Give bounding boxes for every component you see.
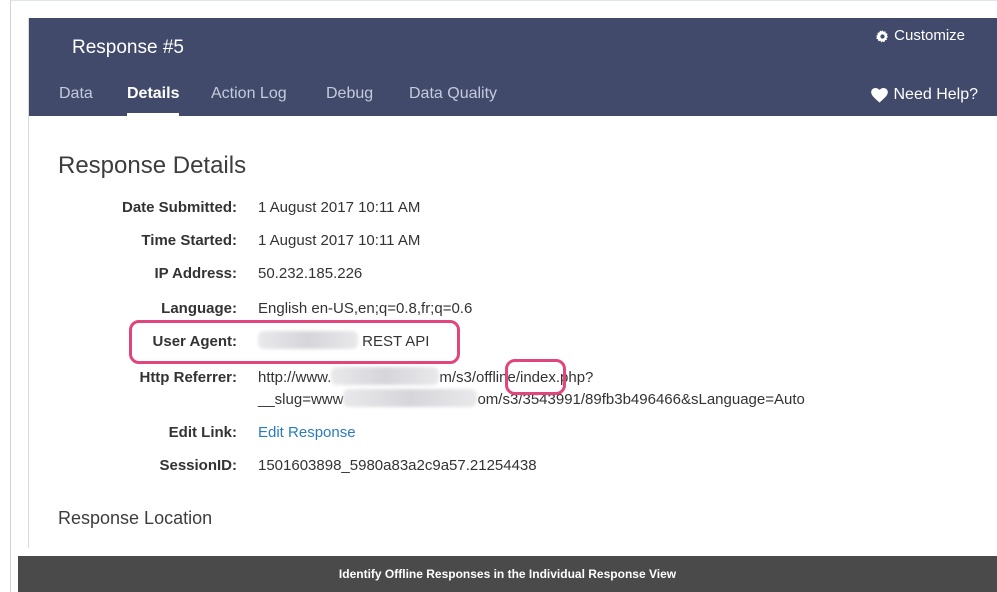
- http-referrer-label: Http Referrer:: [139, 369, 237, 386]
- edit-link-label: Edit Link:: [168, 424, 237, 441]
- detail-row-edit-link: Edit Link: Edit Response: [29, 422, 929, 446]
- tab-details[interactable]: Details: [127, 80, 180, 116]
- detail-row-time-started: Time Started: 1 August 2017 10:11 AM: [29, 230, 929, 254]
- user-agent-highlight: [129, 320, 460, 364]
- date-submitted-label: Date Submitted:: [121, 199, 237, 216]
- response-location-title: Response Location: [58, 508, 213, 528]
- tab-data-quality[interactable]: Data Quality: [409, 80, 497, 116]
- response-header: Response #5 Customize Data Details Actio…: [29, 18, 997, 116]
- language-label: Language:: [161, 300, 237, 317]
- session-id-label: SessionID:: [159, 457, 237, 474]
- need-help-button[interactable]: Need Help?: [870, 84, 979, 106]
- detail-row-date-submitted: Date Submitted: 1 August 2017 10:11 AM: [29, 197, 929, 221]
- tab-debug[interactable]: Debug: [326, 80, 373, 116]
- response-panel: Response #5 Customize Data Details Actio…: [28, 18, 997, 548]
- section-title: Response Details: [58, 152, 247, 179]
- redacted-text: [331, 367, 440, 385]
- caption-bar: Identify Offline Responses in the Indivi…: [18, 556, 997, 592]
- tab-data[interactable]: Data: [59, 80, 93, 116]
- redacted-text: [343, 389, 478, 407]
- customize-label: Customize: [894, 27, 965, 44]
- tab-action-log[interactable]: Action Log: [211, 80, 287, 116]
- detail-row-session-id: SessionID: 1501603898_5980a83a2c9a57.212…: [29, 455, 929, 479]
- detail-row-http-referrer: Http Referrer: http://www. m/s3/offline/i…: [29, 367, 929, 413]
- customize-button[interactable]: Customize: [876, 26, 965, 46]
- date-submitted-value: 1 August 2017 10:11 AM: [258, 199, 421, 216]
- heart-icon: [870, 87, 888, 103]
- session-id-value: 1501603898_5980a83a2c9a57.21254438: [258, 457, 537, 474]
- detail-row-ip-address: IP Address: 50.232.185.226: [29, 263, 929, 287]
- referrer-part: m/s3/: [439, 369, 477, 386]
- language-value: English en-US,en;q=0.8,fr;q=0.6: [258, 300, 473, 317]
- ip-address-label: IP Address:: [154, 265, 237, 282]
- detail-row-language: Language: English en-US,en;q=0.8,fr;q=0.…: [29, 298, 929, 322]
- offline-highlight: [505, 359, 566, 395]
- edit-response-link[interactable]: Edit Response: [258, 422, 356, 444]
- page-title: Response #5: [72, 37, 184, 58]
- referrer-part: http://www.: [258, 369, 332, 386]
- need-help-label: Need Help?: [893, 86, 979, 103]
- response-tabs: Data Details Action Log Debug Data Quali…: [29, 80, 789, 116]
- referrer-part: __slug=www: [258, 391, 344, 408]
- ip-address-value: 50.232.185.226: [258, 265, 363, 282]
- time-started-value: 1 August 2017 10:11 AM: [258, 232, 421, 249]
- time-started-label: Time Started:: [141, 232, 237, 249]
- gear-icon: [876, 29, 889, 43]
